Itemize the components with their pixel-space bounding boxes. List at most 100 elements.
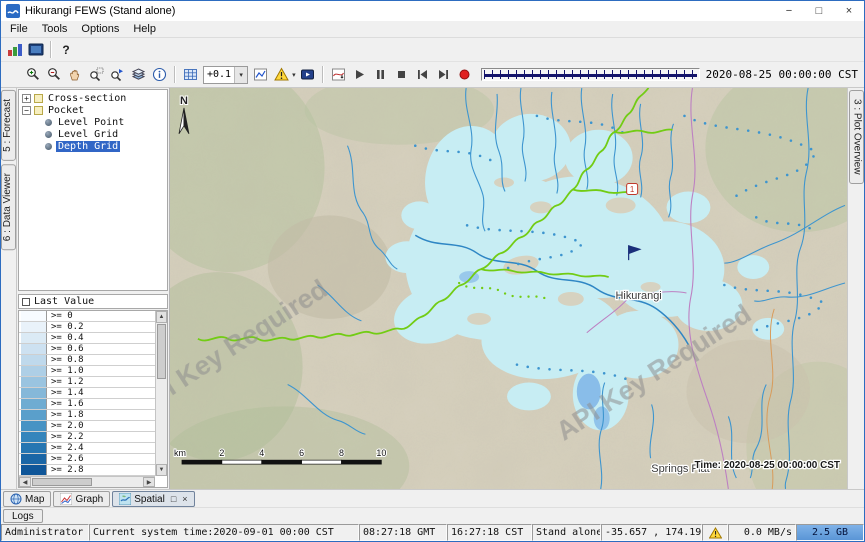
animation-button[interactable] <box>297 64 318 86</box>
tree-item-pocket[interactable]: − Pocket <box>19 104 167 116</box>
pan-button[interactable] <box>65 64 86 86</box>
status-mode: Stand alone <box>532 524 601 541</box>
tab-plot-overview[interactable]: 3 : Plot Overview <box>849 90 864 184</box>
tab-map[interactable]: Map <box>3 491 51 507</box>
scroll-right-icon[interactable]: ▶ <box>143 477 155 487</box>
grid-icon <box>183 67 198 82</box>
right-tab-strip: 3 : Plot Overview <box>847 88 864 489</box>
tree-item-level-grid[interactable]: Level Grid <box>19 128 167 140</box>
tree-item-label: Cross-section <box>46 93 128 104</box>
help-button[interactable]: ? <box>56 39 76 61</box>
app-window: Hikurangi FEWS (Stand alone) − □ × File … <box>0 0 865 542</box>
status-warning[interactable] <box>702 524 728 541</box>
tree-item-level-point[interactable]: Level Point <box>19 116 167 128</box>
tab-spatial[interactable]: Spatial □ × <box>112 491 194 507</box>
display-button[interactable] <box>25 39 46 61</box>
tree-item-depth-grid[interactable]: Depth Grid <box>19 140 167 152</box>
legend-label: >= 0.4 <box>47 333 84 343</box>
database-button[interactable] <box>4 39 25 61</box>
svg-text:4: 4 <box>259 448 264 458</box>
legend-horizontal-scrollbar[interactable]: ◀ ▶ <box>19 476 155 487</box>
current-time-label: 2020-08-25 00:00:00 CST <box>706 68 858 81</box>
tab-forecast[interactable]: 5 : Forecast <box>1 90 16 161</box>
status-bar: Administrator Current system time:2020-0… <box>1 524 864 541</box>
float-panel-icon[interactable]: □ <box>171 494 176 504</box>
legend-label: >= 1.4 <box>47 388 84 398</box>
play-button[interactable] <box>349 64 370 86</box>
chevron-down-icon[interactable]: ▾ <box>234 67 247 83</box>
warning-icon <box>274 67 289 82</box>
status-local-time: 16:27:18 CST <box>447 524 532 541</box>
legend-label: >= 2.0 <box>47 421 84 431</box>
logs-button[interactable]: Logs <box>3 509 43 523</box>
map-time-label: Time: 2020-08-25 00:00:00 CST <box>695 460 840 471</box>
zoom-out-button[interactable] <box>44 64 65 86</box>
legend-row: >= 1.8 <box>19 410 155 421</box>
record-button[interactable] <box>454 64 475 86</box>
skip-start-button[interactable] <box>412 64 433 86</box>
stop-button[interactable] <box>391 64 412 86</box>
legend-swatch <box>21 432 47 442</box>
minimize-button[interactable]: − <box>774 1 804 21</box>
legend-row: >= 0.6 <box>19 344 155 355</box>
scroll-left-icon[interactable]: ◀ <box>19 477 31 487</box>
legend-label: >= 2.8 <box>47 465 84 475</box>
toolbar-separator <box>322 66 324 83</box>
legend-swatch <box>21 388 47 398</box>
legend-row: >= 2.0 <box>19 421 155 432</box>
tab-graph[interactable]: Graph <box>53 491 110 507</box>
app-icon <box>6 4 20 18</box>
map-canvas[interactable]: 1 API Key Required API Key Required Hiku… <box>170 88 847 489</box>
scroll-down-icon[interactable]: ▼ <box>156 464 167 476</box>
longitudinal-profile-button[interactable] <box>328 64 349 86</box>
scrollbar-thumb[interactable] <box>157 324 166 379</box>
scroll-up-icon[interactable]: ▲ <box>156 311 167 323</box>
folder-icon <box>34 106 43 115</box>
grid-layer-button[interactable] <box>180 64 201 86</box>
svg-text:2: 2 <box>219 448 224 458</box>
title-bar: Hikurangi FEWS (Stand alone) − □ × <box>1 1 864 21</box>
close-button[interactable]: × <box>834 1 864 21</box>
time-slider[interactable] <box>481 68 700 81</box>
profile-button[interactable] <box>250 64 271 86</box>
status-system-time: Current system time:2020-09-01 00:00 CST <box>89 524 359 541</box>
svg-text:10: 10 <box>376 448 386 458</box>
interval-combo[interactable]: +0.1 ▾ <box>203 66 248 84</box>
status-download-rate: 0.0 MB/s <box>728 524 796 541</box>
legend-label: >= 1.6 <box>47 399 84 409</box>
zoom-box-button[interactable] <box>86 64 107 86</box>
expander-icon[interactable]: + <box>22 94 31 103</box>
chevron-down-icon[interactable]: ▾ <box>292 71 296 79</box>
scrollbar-track[interactable] <box>156 380 167 464</box>
legend-row: >= 2.2 <box>19 432 155 443</box>
legend-swatch <box>21 311 47 321</box>
legend-panel: >= 0 >= 0.2 >= 0.4 >= 0.6 >= 0.8 >= 1.0 … <box>18 310 168 488</box>
time-slider-bar <box>484 74 697 77</box>
close-panel-icon[interactable]: × <box>182 494 187 504</box>
tab-data-viewer[interactable]: 6 : Data Viewer <box>1 164 16 250</box>
scrollbar-track[interactable] <box>93 477 143 487</box>
scrollbar-thumb[interactable] <box>32 478 92 486</box>
layers-button[interactable] <box>128 64 149 86</box>
interval-value: +0.1 <box>204 69 234 80</box>
legend-list: >= 0 >= 0.2 >= 0.4 >= 0.6 >= 0.8 >= 1.0 … <box>19 311 155 476</box>
menu-tools[interactable]: Tools <box>35 22 75 36</box>
menu-file[interactable]: File <box>3 22 35 36</box>
longitudinal-profile-icon <box>331 67 346 82</box>
zoom-in-button[interactable] <box>23 64 44 86</box>
tree-item-cross-section[interactable]: + Cross-section <box>19 92 167 104</box>
pause-button[interactable] <box>370 64 391 86</box>
legend-row: >= 0 <box>19 311 155 322</box>
last-value-checkbox[interactable] <box>22 298 30 306</box>
info-button[interactable] <box>149 64 170 86</box>
skip-end-button[interactable] <box>433 64 454 86</box>
menu-options[interactable]: Options <box>74 22 126 36</box>
menu-help[interactable]: Help <box>126 22 163 36</box>
legend-vertical-scrollbar[interactable]: ▲ ▼ <box>155 311 167 476</box>
zoom-previous-button[interactable] <box>107 64 128 86</box>
legend-row: >= 1.4 <box>19 388 155 399</box>
maximize-button[interactable]: □ <box>804 1 834 21</box>
legend-label: >= 1.2 <box>47 377 84 387</box>
expander-icon[interactable]: − <box>22 106 31 115</box>
warnings-button[interactable] <box>271 64 292 86</box>
